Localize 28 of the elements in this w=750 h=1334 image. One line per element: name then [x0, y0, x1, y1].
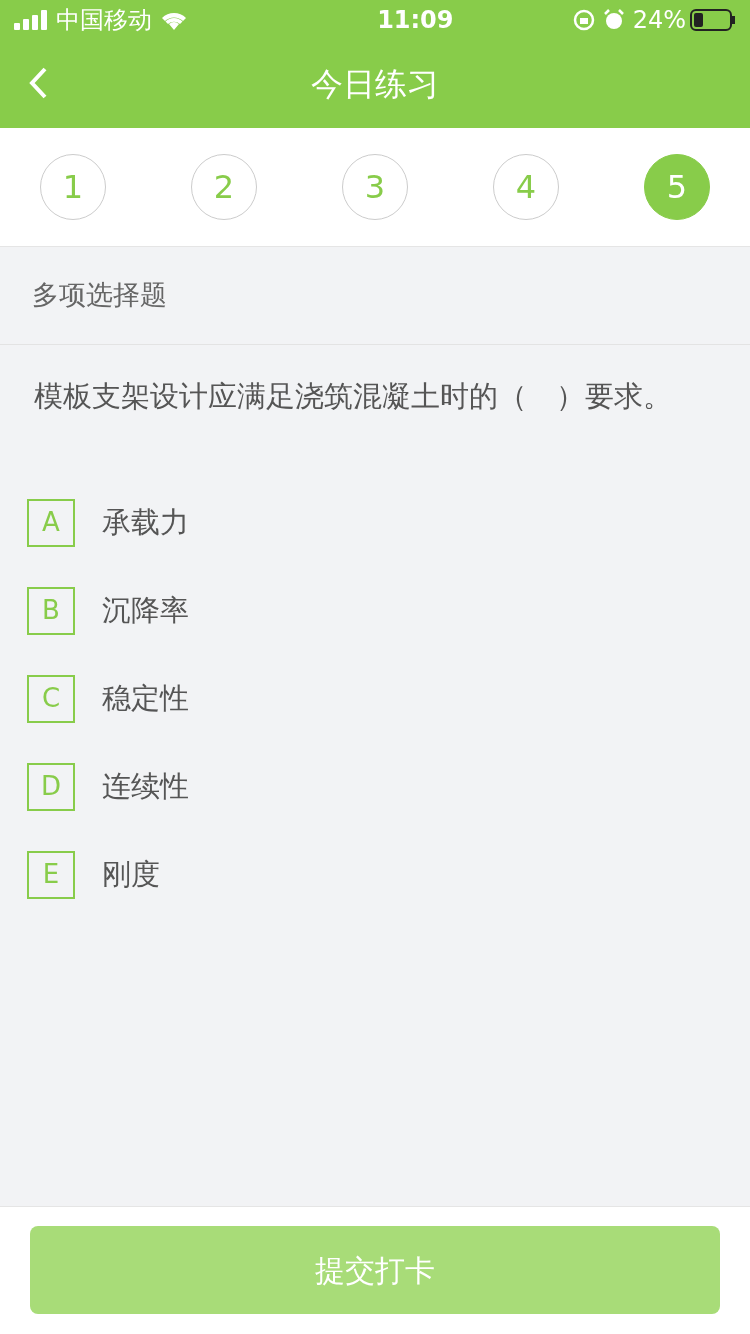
back-icon: [28, 66, 48, 100]
question-text: 模板支架设计应满足浇筑混凝土时的（ ）要求。: [33, 378, 673, 415]
clock-time: 11:09: [376, 5, 454, 36]
battery-icon: [690, 9, 736, 31]
option-letter[interactable]: E: [27, 850, 75, 899]
question-number[interactable]: 4: [493, 154, 559, 220]
question-number[interactable]: 2: [191, 154, 257, 220]
wifi-icon: [160, 10, 188, 30]
option-letter[interactable]: B: [27, 586, 75, 635]
option-letter[interactable]: C: [27, 674, 75, 723]
option-text[interactable]: 稳定性: [102, 676, 189, 721]
option-text[interactable]: 刚度: [102, 852, 160, 897]
back-button[interactable]: [28, 66, 48, 100]
question-number[interactable]: 3: [342, 154, 408, 220]
option-text[interactable]: 承载力: [102, 500, 189, 545]
battery-percent: 24%: [632, 5, 686, 36]
carrier-name: 中国移动: [56, 5, 152, 36]
rotation-lock-icon: [572, 9, 595, 31]
option-letter[interactable]: A: [27, 498, 75, 547]
option-letter[interactable]: D: [27, 762, 75, 811]
question-number[interactable]: 5: [644, 154, 710, 220]
signal-icon: [14, 10, 48, 30]
question-number[interactable]: 1: [40, 154, 106, 220]
question-type: 多项选择题: [0, 247, 750, 345]
page-title: 今日练习: [311, 64, 439, 105]
alarm-icon: [602, 9, 625, 31]
option-text[interactable]: 连续性: [102, 764, 189, 809]
option-text[interactable]: 沉降率: [102, 588, 189, 633]
